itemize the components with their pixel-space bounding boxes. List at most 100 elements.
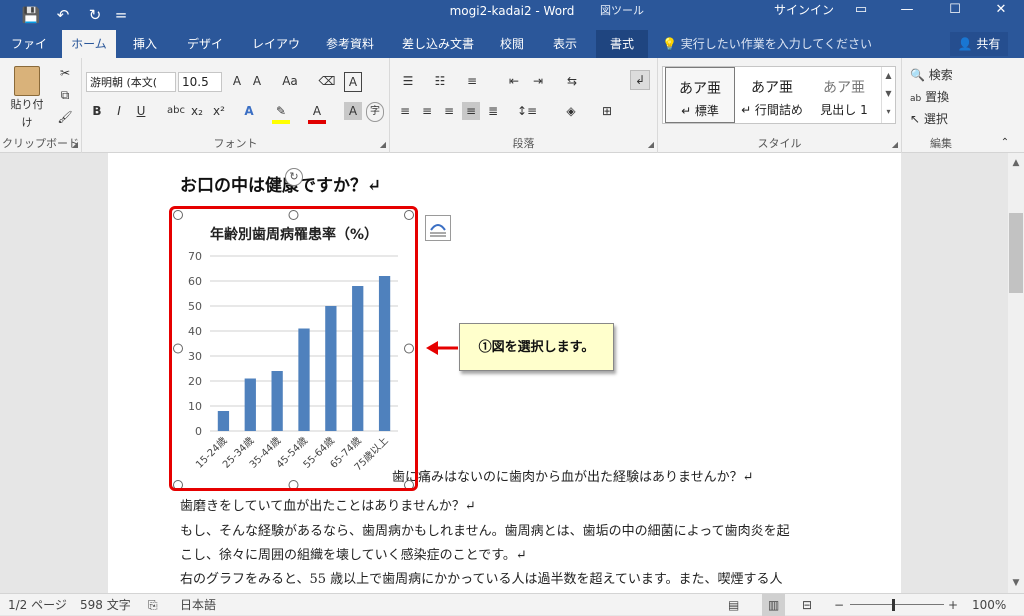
bar-25-34歳: [244, 378, 256, 431]
scrollbar-thumb[interactable]: [1009, 213, 1023, 293]
font-name-combo[interactable]: 游明朝 (本文(: [86, 72, 176, 92]
multilevel-list-icon[interactable]: ≡: [460, 72, 484, 90]
styles-scroll[interactable]: ▲ ▼ ▾: [881, 67, 895, 123]
highlight-icon[interactable]: ✎: [272, 102, 290, 124]
word-count[interactable]: 598 文字: [80, 594, 131, 616]
tab-format[interactable]: 書式: [596, 30, 648, 58]
show-marks-icon[interactable]: ↲: [630, 70, 650, 90]
borders-icon[interactable]: ⊞: [594, 102, 620, 120]
read-mode-icon[interactable]: ▤: [728, 594, 739, 616]
selected-chart-frame[interactable]: 年齢別歯周病罹患率（%） 0 10 20 30 40 50 60 70 15-24歳 25-34歳 3…: [169, 206, 418, 491]
tab-references[interactable]: 参考資料: [318, 30, 382, 58]
document-heading[interactable]: お口の中は健康ですか？↵: [180, 171, 381, 196]
shading-icon[interactable]: ◈: [558, 102, 584, 120]
bullets-icon[interactable]: ☰: [396, 72, 420, 90]
style-normal[interactable]: あア亜 ↵ 標準: [665, 67, 735, 123]
zoom-slider[interactable]: [850, 604, 944, 605]
grow-font-icon[interactable]: A: [228, 72, 246, 90]
enclose-characters-icon[interactable]: 字: [366, 102, 384, 122]
character-border-icon[interactable]: A: [344, 72, 362, 92]
collapse-ribbon-icon[interactable]: ⌃: [996, 134, 1014, 152]
replace-button[interactable]: ab 置換: [910, 88, 970, 108]
text-effects-icon[interactable]: A: [240, 102, 258, 120]
minimize-button[interactable]: —: [884, 0, 930, 22]
line-spacing-icon[interactable]: ↕≡: [514, 102, 540, 120]
styles-gallery: あア亜 ↵ 標準 あア亜 ↵ 行間詰め あア亜 見出し 1 ▲ ▼ ▾: [662, 66, 896, 124]
body-line-2[interactable]: 歯磨きをしていて血が出たことはありませんか？↵: [180, 496, 476, 518]
font-size-combo[interactable]: 10.5: [178, 72, 222, 92]
justify-icon[interactable]: ≡: [462, 102, 480, 120]
tab-layout[interactable]: レイアウト: [246, 30, 306, 79]
print-layout-icon[interactable]: ▥: [762, 594, 786, 616]
tab-view[interactable]: 表示: [544, 30, 586, 58]
scroll-down-icon[interactable]: ▼: [1008, 575, 1024, 591]
web-layout-icon[interactable]: ⊟: [802, 594, 812, 616]
numbering-icon[interactable]: ☷: [428, 72, 452, 90]
zoom-slider-thumb[interactable]: [892, 599, 895, 611]
proofing-icon[interactable]: ⎘: [148, 594, 158, 616]
maximize-button[interactable]: ☐: [932, 0, 978, 22]
tab-file[interactable]: ファイル: [4, 30, 54, 79]
align-left-icon[interactable]: ≡: [396, 102, 414, 120]
distributed-icon[interactable]: ≣: [484, 102, 502, 120]
zoom-level[interactable]: 100%: [972, 594, 1006, 616]
subscript-icon[interactable]: x₂: [190, 102, 204, 120]
share-button[interactable]: 👤 共有: [950, 32, 1008, 56]
tab-home[interactable]: ホーム: [62, 30, 116, 58]
clipboard-launcher-icon[interactable]: ◢: [72, 140, 78, 149]
vertical-scrollbar[interactable]: ▲ ▼: [1008, 153, 1024, 593]
tab-design[interactable]: デザイン: [178, 30, 232, 79]
clear-formatting-icon[interactable]: ⌫: [318, 72, 336, 90]
language-status[interactable]: 日本語: [180, 594, 216, 616]
zoom-in-icon[interactable]: +: [948, 594, 958, 616]
superscript-icon[interactable]: x²: [212, 102, 226, 120]
paste-button[interactable]: 貼り付け: [6, 64, 48, 129]
styles-launcher-icon[interactable]: ◢: [892, 140, 898, 149]
search-icon: 🔍: [910, 68, 925, 82]
ribbon-display-options-icon[interactable]: ▭: [838, 0, 884, 22]
bar-35-44歳: [271, 371, 283, 431]
body-line-1[interactable]: 歯に痛みはないのに歯肉から血が出た経験はありませんか？↵: [392, 467, 754, 489]
strikethrough-icon[interactable]: abc: [166, 102, 186, 120]
zoom-out-icon[interactable]: −: [834, 594, 844, 616]
format-painter-icon[interactable]: 🖌: [56, 108, 74, 126]
font-color-icon[interactable]: A: [308, 102, 326, 124]
italic-icon[interactable]: I: [112, 102, 126, 120]
tab-review[interactable]: 校閲: [492, 30, 532, 58]
body-line-5[interactable]: 右のグラフをみると、55 歳以上で歯周病にかかっている人は過半数を超えています。…: [180, 569, 783, 591]
underline-icon[interactable]: U: [134, 102, 148, 120]
resize-handle: [173, 480, 183, 488]
tab-insert[interactable]: 挿入: [122, 30, 168, 58]
bar-chart[interactable]: 年齢別歯周病罹患率（%）01020304050607015-24歳25-34歳3…: [172, 209, 415, 488]
align-right-icon[interactable]: ≡: [440, 102, 458, 120]
style-no-spacing[interactable]: あア亜 ↵ 行間詰め: [737, 67, 807, 123]
layout-options-button[interactable]: [425, 215, 451, 241]
decrease-indent-icon[interactable]: ⇤: [504, 72, 524, 90]
paragraph-launcher-icon[interactable]: ◢: [648, 140, 654, 149]
rotate-handle-icon[interactable]: ↻: [285, 168, 303, 186]
y-tick-label: 20: [188, 375, 202, 388]
style-heading1[interactable]: あア亜 見出し 1: [809, 67, 879, 123]
tell-me-box[interactable]: 💡 実行したい作業を入力してください: [662, 30, 872, 58]
font-size-value: 10.5: [182, 75, 209, 89]
sign-in-link[interactable]: サインイン: [774, 0, 834, 22]
select-button[interactable]: ↖ 選択: [910, 110, 976, 128]
font-launcher-icon[interactable]: ◢: [380, 140, 386, 149]
find-button[interactable]: 🔍 検索: [910, 66, 970, 84]
align-center-icon[interactable]: ≡: [418, 102, 436, 120]
cut-icon[interactable]: ✂: [56, 64, 74, 82]
tab-mailings[interactable]: 差し込み文書: [396, 30, 480, 58]
copy-icon[interactable]: ⧉: [56, 86, 74, 104]
resize-handle: [288, 480, 299, 488]
body-line-4[interactable]: こし、徐々に周囲の組織を壊していく感染症のことです。↵: [180, 545, 527, 567]
scroll-up-icon[interactable]: ▲: [1008, 155, 1024, 171]
page-count[interactable]: 1/2 ページ: [8, 594, 67, 616]
asian-layout-icon[interactable]: ⇆: [558, 72, 586, 90]
bold-icon[interactable]: B: [90, 102, 104, 120]
shrink-font-icon[interactable]: A: [248, 72, 266, 90]
body-line-3[interactable]: もし、そんな経験があるなら、歯周病かもしれません。歯周病とは、歯垢の中の細菌によ…: [180, 521, 790, 543]
character-shading-icon[interactable]: A: [344, 102, 362, 120]
close-button[interactable]: ✕: [978, 0, 1024, 22]
increase-indent-icon[interactable]: ⇥: [528, 72, 548, 90]
change-case-icon[interactable]: Aa: [278, 72, 302, 90]
